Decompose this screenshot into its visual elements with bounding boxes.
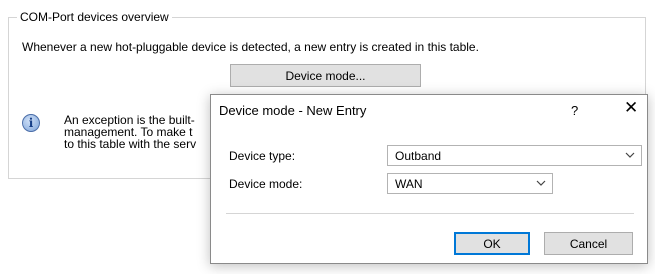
close-icon[interactable]: ✕ <box>624 99 638 116</box>
cancel-button[interactable]: Cancel <box>544 232 633 255</box>
info-icon: i <box>22 114 40 132</box>
chevron-down-icon <box>625 152 635 158</box>
dialog-title: Device mode - New Entry <box>219 103 367 118</box>
ok-button[interactable]: OK <box>454 232 530 255</box>
device-type-value: Outband <box>395 148 442 163</box>
device-type-select[interactable]: Outband <box>387 145 642 166</box>
device-mode-dialog: Device mode - New Entry ? ✕ Device type:… <box>210 94 648 264</box>
device-mode-select[interactable]: WAN <box>387 173 553 194</box>
dialog-separator <box>226 213 634 214</box>
groupbox-description: Whenever a new hot-pluggable device is d… <box>22 40 479 54</box>
help-button[interactable]: ? <box>571 103 578 118</box>
chevron-down-icon <box>536 180 546 186</box>
device-mode-button[interactable]: Device mode... <box>230 64 421 87</box>
device-mode-value: WAN <box>395 176 423 191</box>
device-type-label: Device type: <box>229 149 296 163</box>
groupbox-title: COM-Port devices overview <box>17 10 172 24</box>
exception-text-line: to this table with the serv <box>64 137 197 151</box>
device-mode-label: Device mode: <box>229 177 303 191</box>
